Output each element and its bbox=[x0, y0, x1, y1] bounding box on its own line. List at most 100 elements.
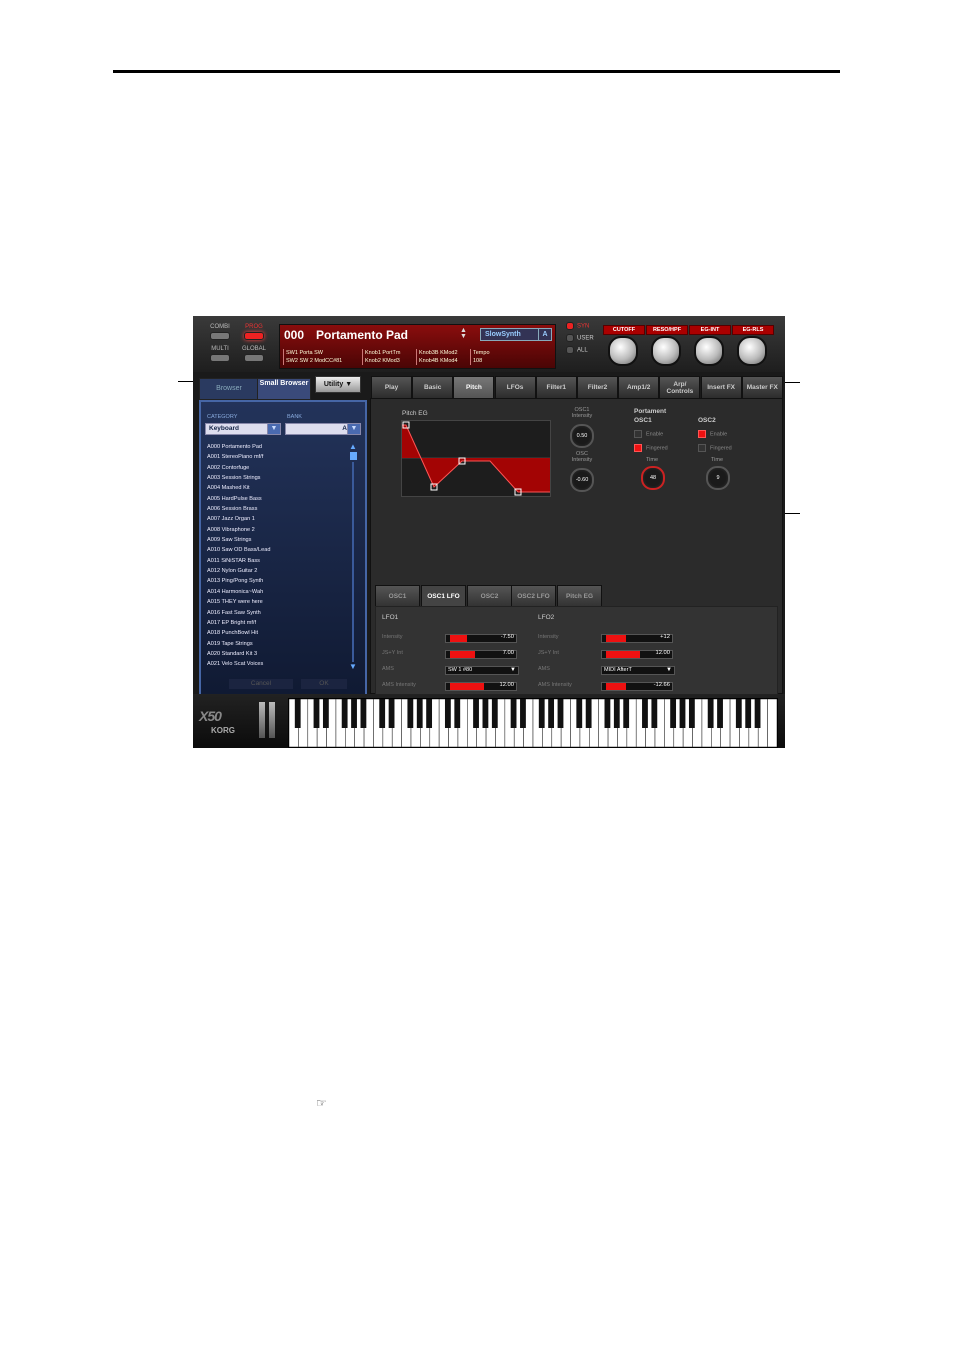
piano-keyboard[interactable] bbox=[288, 698, 778, 748]
knob-label-3: EG-INT bbox=[689, 325, 731, 335]
mode-button-multi[interactable]: MULTI bbox=[205, 346, 235, 362]
program-list-item[interactable]: A003 Session Strings bbox=[207, 473, 347, 483]
program-list-item[interactable]: A018 PunchBowl Hit bbox=[207, 628, 347, 638]
program-list-item[interactable]: A017 EP Bright mf/f bbox=[207, 618, 347, 628]
program-list-item[interactable]: A007 Jazz Organ 1 bbox=[207, 514, 347, 524]
program-list-item[interactable]: A014 Harmonica~Wah bbox=[207, 587, 347, 597]
source-syn[interactable]: SYN bbox=[566, 322, 589, 330]
lfo2-title: LFO2 bbox=[538, 614, 555, 621]
program-list-item[interactable]: A008 Vibraphone 2 bbox=[207, 525, 347, 535]
program-list-item[interactable]: A020 Standard Kit 3 bbox=[207, 649, 347, 659]
tab-arp-controls[interactable]: Arp/ Controls bbox=[659, 376, 701, 399]
program-list-item[interactable]: A015 THEY were here bbox=[207, 597, 347, 607]
tab-pitch[interactable]: Pitch bbox=[453, 376, 495, 399]
knob-2[interactable] bbox=[651, 336, 681, 366]
lfo1-jsy-label: JS+Y Int bbox=[382, 650, 403, 656]
osc1-time-knob[interactable]: 48 bbox=[641, 466, 665, 490]
mod-wheel[interactable] bbox=[269, 702, 275, 738]
slider-fill bbox=[606, 651, 640, 658]
program-list-item[interactable]: A009 Saw Strings bbox=[207, 535, 347, 545]
lfo1-jsy-slider[interactable]: 7.00 bbox=[445, 650, 517, 659]
program-list-item[interactable]: A013 Ping/Pong Synth bbox=[207, 576, 347, 586]
knob-1[interactable] bbox=[608, 336, 638, 366]
source-user[interactable]: USER bbox=[566, 334, 594, 342]
tab-play[interactable]: Play bbox=[371, 376, 412, 399]
program-list-item[interactable]: A001 StereoPiano mf/f bbox=[207, 452, 347, 462]
lfo2-jsy-slider[interactable]: 12.00 bbox=[601, 650, 673, 659]
tab-filter2[interactable]: Filter2 bbox=[577, 376, 618, 399]
lfo1-ams-dropdown[interactable]: SW 1 #80 ▼ bbox=[445, 666, 519, 675]
scroll-up-icon[interactable]: ▲ bbox=[349, 442, 357, 451]
lfo2-amsint-value: -12.66 bbox=[653, 682, 670, 688]
category-select[interactable]: Keyboard bbox=[205, 423, 268, 435]
mode-button-combi[interactable]: COMBI bbox=[205, 324, 235, 340]
lfo2-intensity-slider[interactable]: +12 bbox=[601, 634, 673, 643]
pitch-eg-graph[interactable] bbox=[401, 420, 551, 497]
radio-dot-icon bbox=[566, 334, 574, 342]
category-dropdown-icon[interactable]: ▼ bbox=[267, 423, 281, 435]
program-list-item[interactable]: A005 HardPulse Bass bbox=[207, 494, 347, 504]
tab-browser[interactable]: Browser bbox=[199, 378, 259, 400]
tab-insert-fx[interactable]: Insert FX bbox=[700, 376, 742, 399]
osc2-enable-checkbox[interactable]: Enable bbox=[698, 430, 727, 438]
cancel-button[interactable]: Cancel bbox=[229, 679, 293, 689]
osc1-enable-checkbox[interactable]: Enable bbox=[634, 430, 663, 438]
ok-button[interactable]: OK bbox=[301, 679, 347, 689]
tab-amp1-2[interactable]: Amp1/2 bbox=[618, 376, 660, 399]
program-list-item[interactable]: A011 SiNiSTAR Bass bbox=[207, 556, 347, 566]
mode-led-icon bbox=[244, 354, 264, 362]
program-list-scrollbar[interactable]: ▲ ▼ bbox=[349, 442, 358, 674]
knob-4[interactable] bbox=[737, 336, 767, 366]
program-display: 000 Portamento Pad ▲ ▼ SlowSynth A SW1 Po… bbox=[279, 324, 556, 369]
osc2-intensity-knob[interactable]: -0.60 bbox=[570, 468, 594, 492]
synth-editor-screenshot: COMBI PROG MULTI GLOBAL 000 Portamento Pad … bbox=[193, 316, 785, 748]
bank-dropdown-icon[interactable]: ▼ bbox=[347, 423, 361, 435]
scroll-down-icon[interactable]: ▼ bbox=[349, 662, 357, 671]
program-list-item[interactable]: A004 Mashed Kit bbox=[207, 483, 347, 493]
scroll-thumb[interactable] bbox=[350, 452, 357, 460]
subtab-osc1-lfo[interactable]: OSC1 LFO bbox=[421, 585, 466, 607]
source-all[interactable]: ALL bbox=[566, 346, 588, 354]
lfo2-ams-dropdown[interactable]: MIDI AfterT ▼ bbox=[601, 666, 675, 675]
program-list-item[interactable]: A010 Saw OD Bass/Lead bbox=[207, 545, 347, 555]
lfo1-intensity-slider[interactable]: -7.50 bbox=[445, 634, 517, 643]
bank-select[interactable]: A bbox=[285, 423, 352, 435]
program-list-item[interactable]: A012 Nylon Guitar 2 bbox=[207, 566, 347, 576]
mode-button-global[interactable]: GLOBAL bbox=[239, 346, 269, 362]
tab-lfos[interactable]: LFOs bbox=[494, 376, 536, 399]
program-list-item[interactable]: A019 Tape Strings bbox=[207, 639, 347, 649]
knob-3[interactable] bbox=[694, 336, 724, 366]
osc1-time-label: Time bbox=[645, 457, 659, 463]
pitch-wheel[interactable] bbox=[259, 702, 265, 738]
mode-label: MULTI bbox=[211, 346, 229, 352]
utility-button[interactable]: Utility ▼ bbox=[315, 376, 361, 393]
osc2-time-knob[interactable]: 9 bbox=[706, 466, 730, 490]
osc1-fingered-checkbox[interactable]: Fingered bbox=[634, 444, 668, 452]
display-bank: A bbox=[538, 328, 552, 341]
program-list-item[interactable]: A006 Session Brass bbox=[207, 504, 347, 514]
subtab-osc1[interactable]: OSC1 bbox=[375, 585, 420, 607]
lfo1-amsint-slider[interactable]: 12.00 bbox=[445, 682, 517, 691]
tab-filter1[interactable]: Filter1 bbox=[535, 376, 577, 399]
piano-keys[interactable] bbox=[288, 698, 778, 748]
lfo1-amsint-value: 12.00 bbox=[499, 682, 514, 688]
osc2-fingered-checkbox[interactable]: Fingered bbox=[698, 444, 732, 452]
subtab-osc2-lfo[interactable]: OSC2 LFO bbox=[511, 585, 556, 607]
category-box[interactable]: SlowSynth bbox=[480, 328, 542, 341]
lfo2-amsint-slider[interactable]: -12.66 bbox=[601, 682, 673, 691]
program-list-item[interactable]: A021 Velo Scat Voices bbox=[207, 659, 347, 669]
program-list-item[interactable]: A002 Contorfuge bbox=[207, 463, 347, 473]
tab-basic[interactable]: Basic bbox=[412, 376, 454, 399]
source-label: SYN bbox=[577, 323, 590, 330]
tab-master-fx[interactable]: Master FX bbox=[741, 376, 783, 399]
program-list-item[interactable]: A016 Fast Saw Synth bbox=[207, 608, 347, 618]
program-list-item[interactable]: A000 Portamento Pad bbox=[207, 442, 347, 452]
mode-led-icon bbox=[210, 354, 230, 362]
subtab-pitch-eg[interactable]: Pitch EG bbox=[557, 585, 602, 607]
program-list: A000 Portamento Pad A001 StereoPiano mf/f… bbox=[207, 442, 347, 670]
subtab-osc2[interactable]: OSC2 bbox=[467, 585, 512, 607]
mode-button-prog[interactable]: PROG bbox=[239, 324, 269, 340]
program-up-down-icon[interactable]: ▲ ▼ bbox=[460, 327, 467, 340]
osc1-intensity-knob[interactable]: 0.50 bbox=[570, 424, 594, 448]
tab-small-browser[interactable]: Small Browser bbox=[257, 378, 311, 400]
